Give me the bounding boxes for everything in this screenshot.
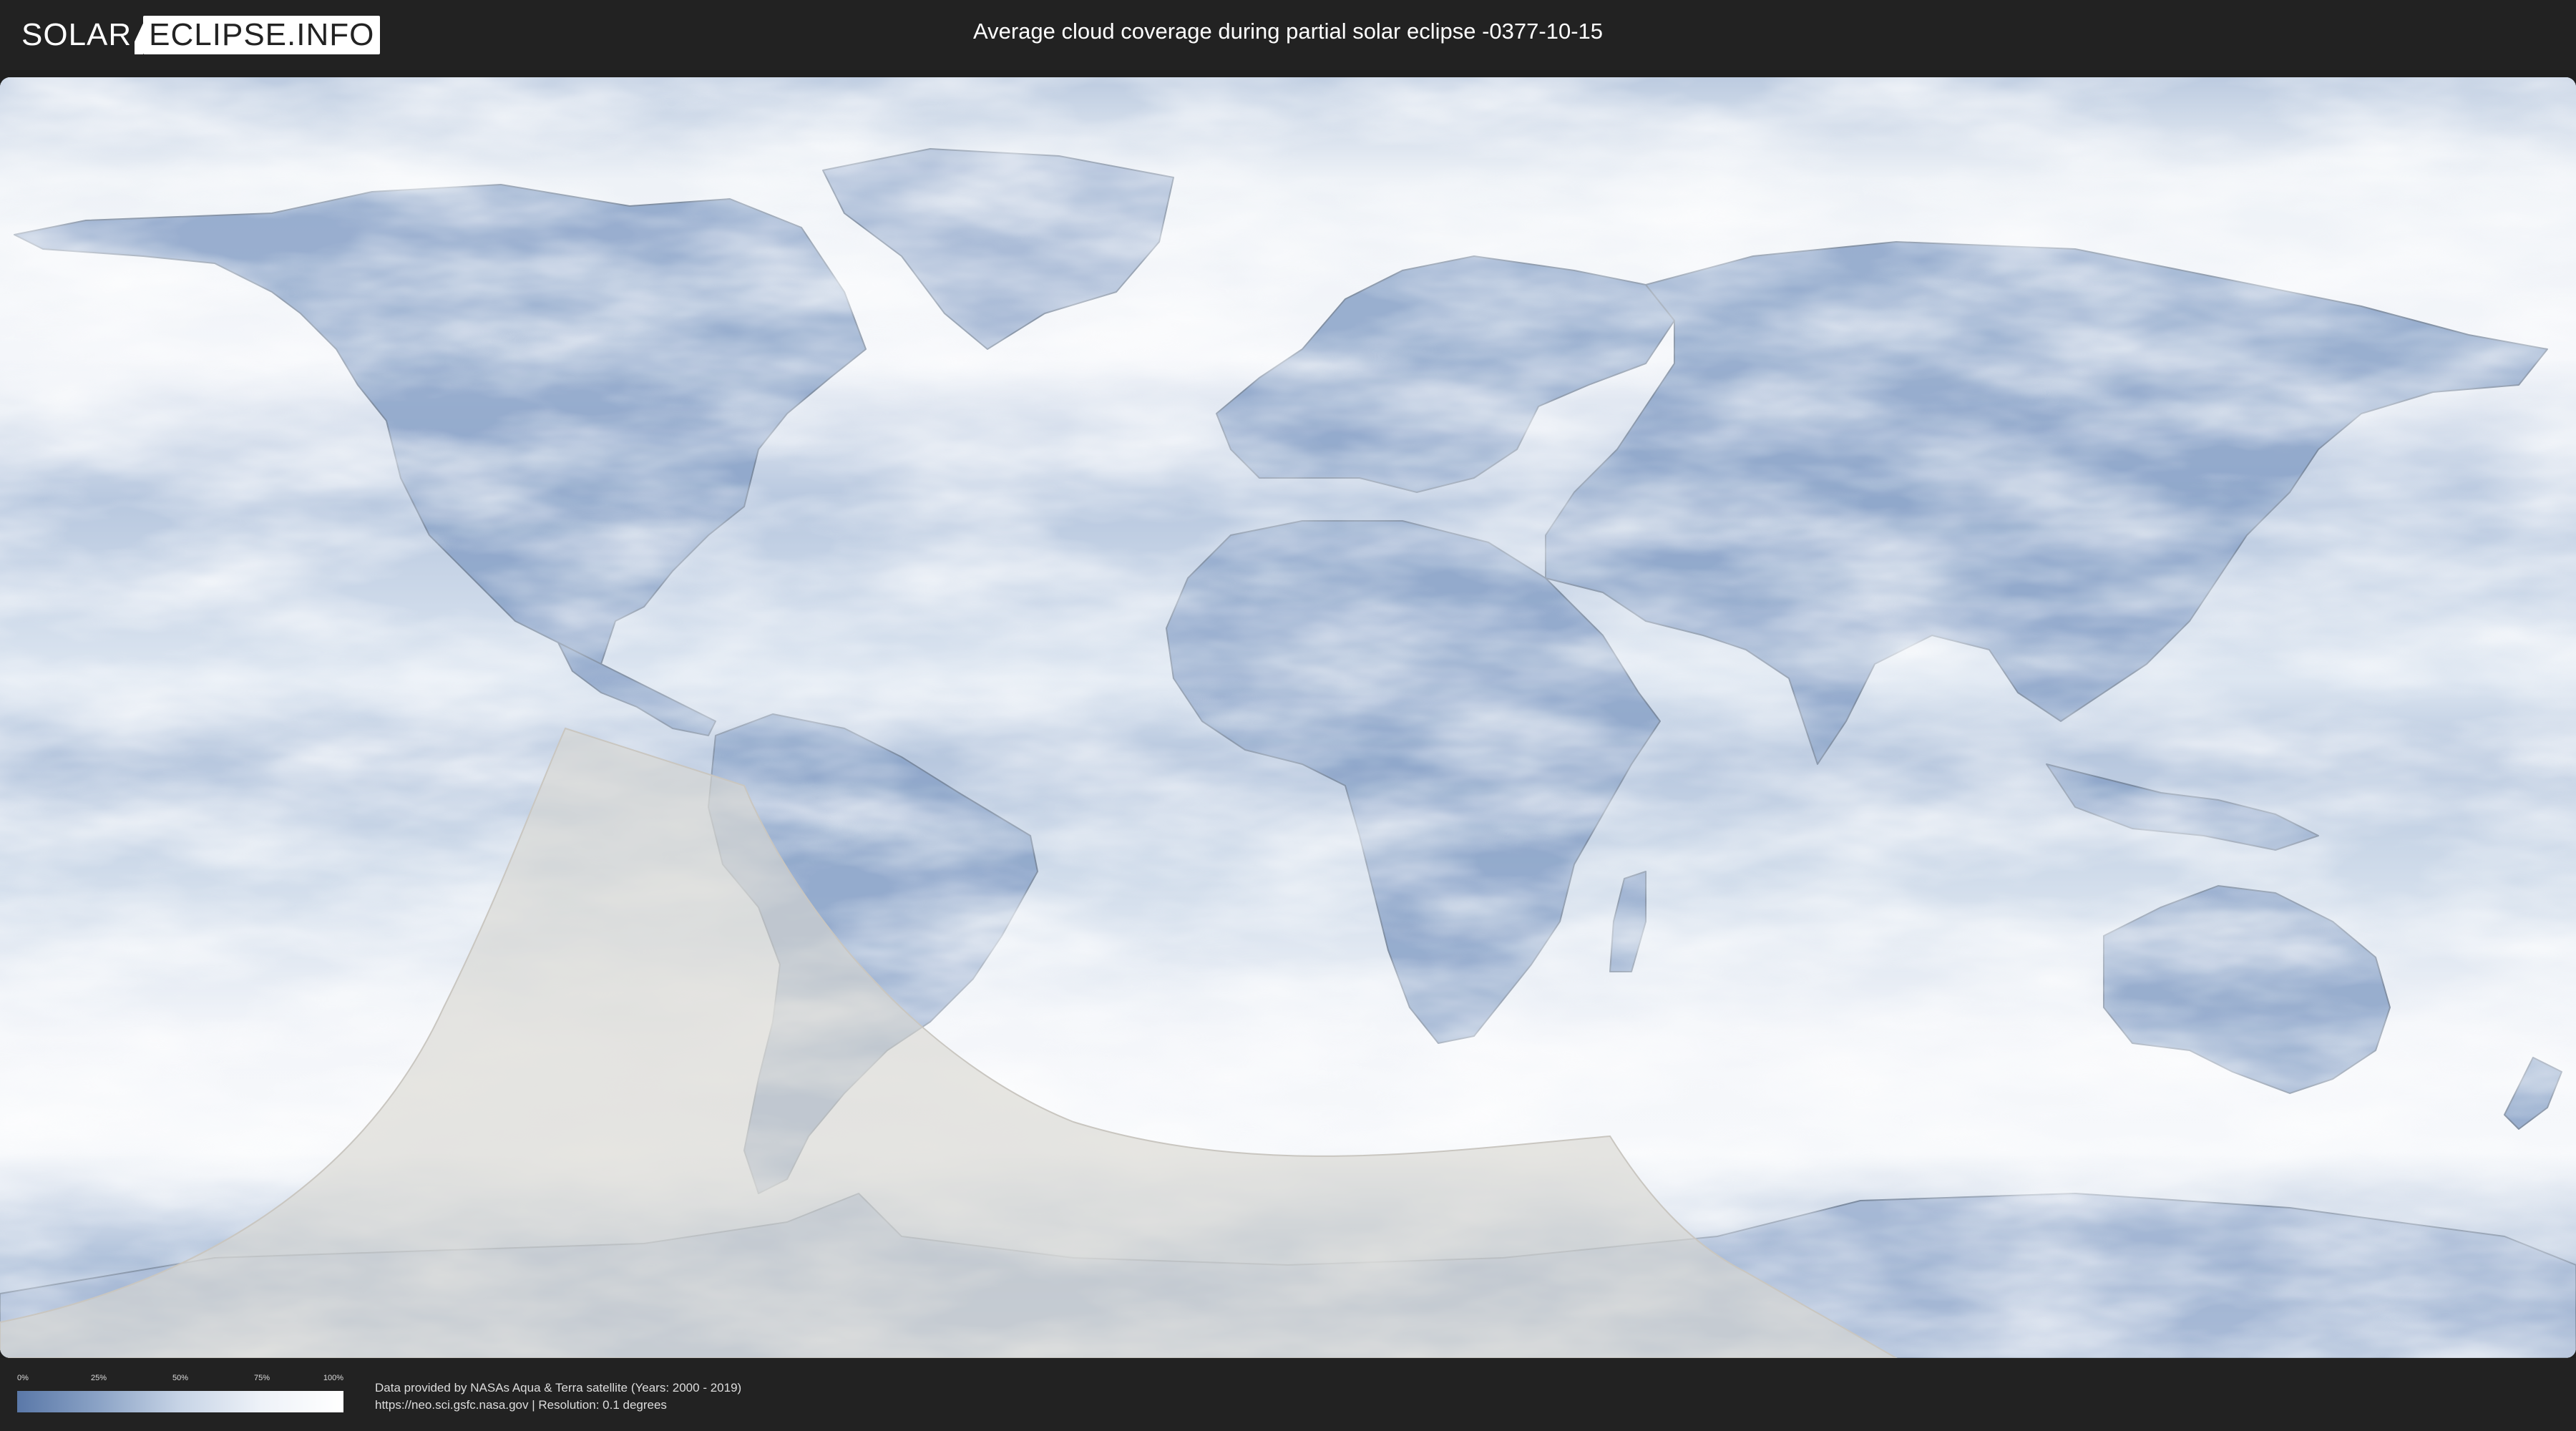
cloud-coverage-legend: 0% 25% 50% 75% 100% <box>17 1374 343 1412</box>
header-bar: SOLAR ECLIPSE.INFO Average cloud coverag… <box>0 0 2576 70</box>
legend-tick: 0% <box>17 1374 29 1382</box>
legend-color-scale <box>17 1391 343 1412</box>
data-credits: Data provided by NASAs Aqua & Terra sate… <box>375 1379 741 1414</box>
legend-tick: 50% <box>172 1374 189 1382</box>
legend-tick: 75% <box>253 1374 270 1382</box>
cloud-coverage-map <box>0 77 2576 1358</box>
legend-ticks: 0% 25% 50% 75% 100% <box>17 1374 343 1385</box>
credits-source: Data provided by NASAs Aqua & Terra sate… <box>375 1381 742 1395</box>
page-title: Average cloud coverage during partial so… <box>972 19 1604 44</box>
world-map-svg <box>0 77 2576 1358</box>
legend-tick: 100% <box>323 1374 343 1382</box>
footer-bar: 0% 25% 50% 75% 100% Data provided by NAS… <box>0 1358 2576 1431</box>
legend-tick: 25% <box>90 1374 107 1382</box>
credits-url[interactable]: https://neo.sci.gsfc.nasa.gov | Resoluti… <box>375 1397 741 1414</box>
